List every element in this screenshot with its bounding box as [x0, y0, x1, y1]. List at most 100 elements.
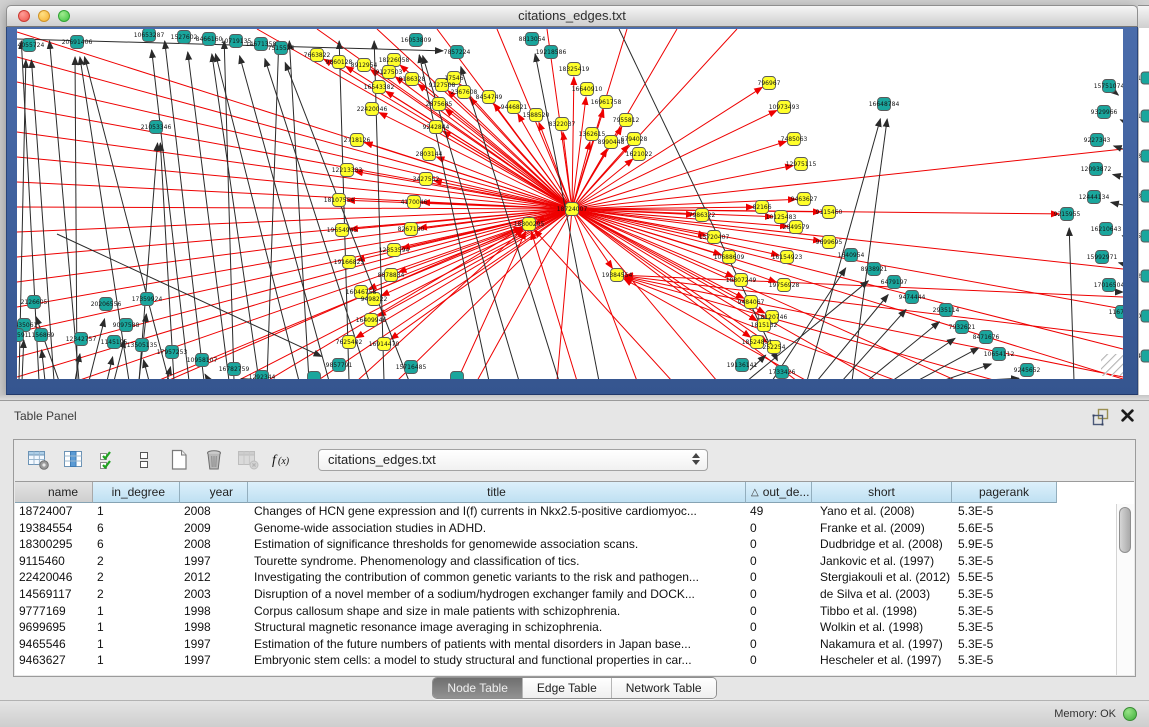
cell-pagerank[interactable]: 5.3E-5 — [952, 586, 1057, 603]
cell-year[interactable]: 2003 — [180, 586, 248, 603]
cell-name[interactable]: 9115460 — [15, 553, 93, 570]
cell-short[interactable]: Tibbo et al. (1998) — [812, 603, 952, 620]
cell-year[interactable]: 2012 — [180, 569, 248, 586]
cell-title[interactable]: Estimation of significance thresholds fo… — [248, 536, 746, 553]
cell-pagerank[interactable]: 5.5E-5 — [952, 569, 1057, 586]
table-selector-dropdown[interactable]: citations_edges.txt — [318, 449, 708, 471]
minimize-button[interactable] — [38, 10, 50, 22]
cell-year[interactable]: 2009 — [180, 520, 248, 537]
cell-name[interactable]: 9465546 — [15, 636, 93, 653]
table-row[interactable]: 946362711997Embryonic stem cells: a mode… — [15, 652, 1134, 669]
table-row[interactable]: 1938455462009Genome-wide association stu… — [15, 520, 1134, 537]
memory-indicator-icon[interactable] — [1123, 707, 1137, 721]
table-row[interactable]: 1830029562008Estimation of significance … — [15, 536, 1134, 553]
column-header-title[interactable]: title — [248, 482, 746, 503]
selection-checklist-icon[interactable] — [94, 445, 124, 475]
table-row[interactable]: 911546021997Tourette syndrome. Phenomeno… — [15, 553, 1134, 570]
graph-node[interactable] — [451, 372, 464, 380]
scrollbar-thumb[interactable] — [1119, 507, 1131, 553]
cell-pagerank[interactable]: 5.3E-5 — [952, 603, 1057, 620]
cell-title[interactable]: Changes of HCN gene expression and I(f) … — [248, 503, 746, 520]
column-header-year[interactable]: year — [180, 482, 248, 503]
cell-in_degree[interactable]: 2 — [93, 569, 180, 586]
cell-short[interactable]: Yano et al. (2008) — [812, 503, 952, 520]
cell-short[interactable]: Wolkin et al. (1998) — [812, 619, 952, 636]
tab-edge-table[interactable]: Edge Table — [523, 678, 612, 698]
column-header-name[interactable]: name — [15, 482, 93, 503]
cell-year[interactable]: 1997 — [180, 553, 248, 570]
table-row[interactable]: 977716911998Corpus callosum shape and si… — [15, 603, 1134, 620]
cell-title[interactable]: Genome-wide association studies in ADHD. — [248, 520, 746, 537]
cell-title[interactable]: Tourette syndrome. Phenomenology and cla… — [248, 553, 746, 570]
network-canvas[interactable]: 2405572420691406106532871527602846616010… — [17, 29, 1123, 379]
table-row[interactable]: 946554611997Estimation of the future num… — [15, 636, 1134, 653]
select-columns-icon[interactable] — [59, 445, 89, 475]
function-builder-icon[interactable]: f (x) — [269, 445, 299, 475]
cell-out_degree[interactable]: 0 — [746, 520, 812, 537]
cell-pagerank[interactable]: 5.9E-5 — [952, 536, 1057, 553]
cell-name[interactable]: 19384554 — [15, 520, 93, 537]
column-header-short[interactable]: short — [812, 482, 952, 503]
tab-node-table[interactable]: Node Table — [433, 678, 523, 698]
cell-year[interactable]: 2008 — [180, 503, 248, 520]
cell-year[interactable]: 1998 — [180, 603, 248, 620]
cell-title[interactable]: Structural magnetic resonance image aver… — [248, 619, 746, 636]
column-header-pagerank[interactable]: pagerank — [952, 482, 1057, 503]
cell-pagerank[interactable]: 5.3E-5 — [952, 503, 1057, 520]
cell-name[interactable]: 18724007 — [15, 503, 93, 520]
cell-pagerank[interactable]: 5.3E-5 — [952, 619, 1057, 636]
cell-title[interactable]: Corpus callosum shape and size in male p… — [248, 603, 746, 620]
cell-year[interactable]: 1997 — [180, 636, 248, 653]
cell-short[interactable]: Franke et al. (2009) — [812, 520, 952, 537]
table-row[interactable]: 969969511998Structural magnetic resonanc… — [15, 619, 1134, 636]
cell-out_degree[interactable]: 0 — [746, 636, 812, 653]
cell-out_degree[interactable]: 49 — [746, 503, 812, 520]
resize-grip-icon[interactable] — [1101, 354, 1123, 376]
cell-year[interactable]: 1998 — [180, 619, 248, 636]
cell-in_degree[interactable]: 2 — [93, 586, 180, 603]
cell-year[interactable]: 1997 — [180, 652, 248, 669]
cell-title[interactable]: Investigating the contribution of common… — [248, 569, 746, 586]
vertical-scrollbar[interactable] — [1116, 504, 1134, 675]
table-row[interactable]: 2242004622012Investigating the contribut… — [15, 569, 1134, 586]
cell-name[interactable]: 9463627 — [15, 652, 93, 669]
cell-out_degree[interactable]: 0 — [746, 652, 812, 669]
table-row[interactable]: 1872400712008Changes of HCN gene express… — [15, 503, 1134, 520]
graph-node[interactable] — [308, 372, 321, 380]
cell-short[interactable]: Nakamura et al. (1997) — [812, 636, 952, 653]
cell-out_degree[interactable]: 0 — [746, 536, 812, 553]
cell-pagerank[interactable]: 5.6E-5 — [952, 520, 1057, 537]
cell-year[interactable]: 2008 — [180, 536, 248, 553]
cell-pagerank[interactable]: 5.3E-5 — [952, 636, 1057, 653]
column-header-out_degree[interactable]: △out_de... — [746, 482, 812, 503]
cell-in_degree[interactable]: 1 — [93, 503, 180, 520]
cell-short[interactable]: Hescheler et al. (1997) — [812, 652, 952, 669]
table-row[interactable]: 1456911722003Disruption of a novel membe… — [15, 586, 1134, 603]
cell-short[interactable]: de Silva et al. (2003) — [812, 586, 952, 603]
cell-pagerank[interactable]: 5.3E-5 — [952, 652, 1057, 669]
cell-out_degree[interactable]: 0 — [746, 553, 812, 570]
cell-in_degree[interactable]: 1 — [93, 636, 180, 653]
cell-name[interactable]: 18300295 — [15, 536, 93, 553]
cell-out_degree[interactable]: 0 — [746, 619, 812, 636]
cell-title[interactable]: Embryonic stem cells: a model to study s… — [248, 652, 746, 669]
network-window-titlebar[interactable]: citations_edges.txt — [6, 5, 1138, 27]
cell-short[interactable]: Stergiakouli et al. (2012) — [812, 569, 952, 586]
delete-column-icon[interactable] — [199, 445, 229, 475]
cell-in_degree[interactable]: 1 — [93, 603, 180, 620]
cell-in_degree[interactable]: 1 — [93, 652, 180, 669]
table-settings-icon[interactable] — [24, 445, 54, 475]
cell-name[interactable]: 9699695 — [15, 619, 93, 636]
create-column-icon[interactable] — [164, 445, 194, 475]
cell-name[interactable]: 22420046 — [15, 569, 93, 586]
cell-name[interactable]: 14569117 — [15, 586, 93, 603]
cell-short[interactable]: Dudbridge et al. (2008) — [812, 536, 952, 553]
cell-in_degree[interactable]: 1 — [93, 619, 180, 636]
cell-name[interactable]: 9777169 — [15, 603, 93, 620]
cell-out_degree[interactable]: 0 — [746, 586, 812, 603]
cell-pagerank[interactable]: 5.3E-5 — [952, 553, 1057, 570]
close-panel-icon[interactable] — [1117, 408, 1137, 426]
zoom-button[interactable] — [58, 10, 70, 22]
toggle-rows-icon[interactable] — [129, 445, 159, 475]
column-header-in_degree[interactable]: in_degree — [93, 482, 180, 503]
